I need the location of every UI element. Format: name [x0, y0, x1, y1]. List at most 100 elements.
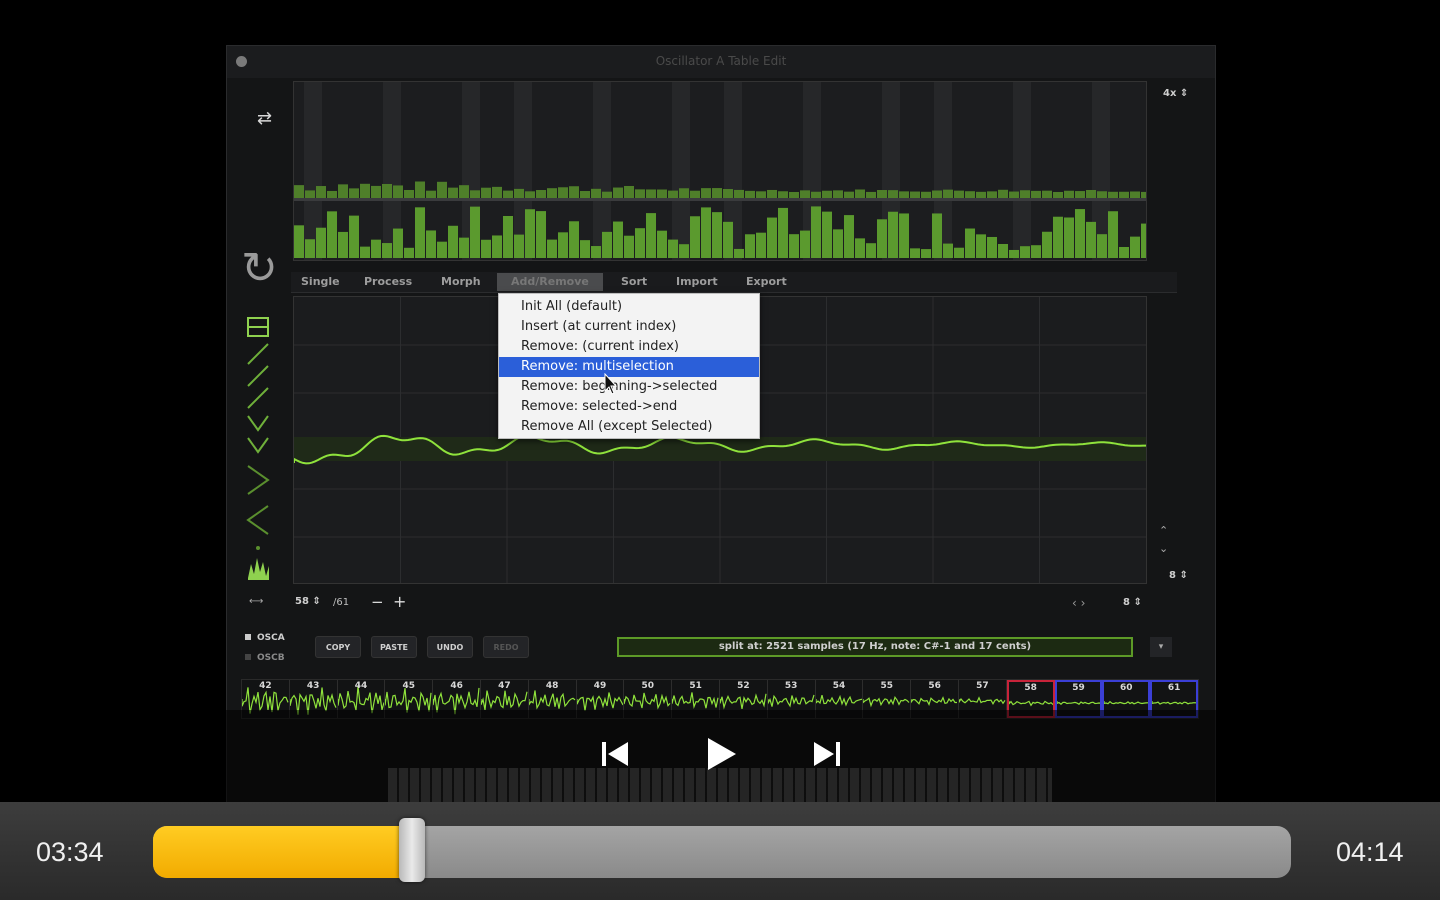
tab-add-remove[interactable]: Add/Remove	[497, 273, 603, 291]
spectrum-bar	[954, 190, 964, 198]
spectrum-bar	[701, 188, 711, 198]
spectrum-bar	[1075, 191, 1085, 198]
menu-item[interactable]: Remove: (current index)	[499, 337, 759, 357]
spectrum-bar	[690, 190, 700, 198]
vertical-scroll-arrows[interactable]: ⌃ ⌄	[1159, 522, 1168, 558]
tab-sort[interactable]: Sort	[621, 275, 647, 288]
spectrum-bar	[1064, 190, 1074, 198]
redo-button[interactable]: REDO	[483, 636, 529, 658]
spectrum-bars	[294, 82, 1146, 260]
menu-item[interactable]: Remove All (except Selected)	[499, 417, 759, 437]
tab-single[interactable]: Single	[301, 275, 340, 288]
current-time: 03:34	[36, 837, 104, 867]
spectrum-bar	[558, 187, 568, 198]
noise-shape-icon	[256, 546, 260, 550]
spectrum-bar	[646, 213, 656, 258]
spectrum-bar	[1053, 191, 1063, 198]
triangle-shape-icon	[247, 415, 269, 454]
undo-button[interactable]: UNDO	[427, 636, 473, 658]
spectrum-bar	[833, 229, 843, 258]
spectrum-bar	[624, 235, 634, 258]
spectrum-bar	[646, 189, 656, 198]
mouse-cursor-icon	[604, 373, 618, 395]
spectrum-bar	[921, 191, 931, 198]
spectrum-bar	[415, 207, 425, 258]
paste-button[interactable]: PASTE	[371, 636, 417, 658]
spectrum-bar	[734, 248, 744, 258]
tab-process[interactable]: Process	[364, 275, 412, 288]
osc-b-toggle[interactable]: OSCB	[245, 653, 285, 663]
play-button[interactable]	[704, 736, 738, 772]
loop-icon[interactable]: ⇄	[257, 108, 272, 129]
wave-line	[767, 694, 815, 708]
frame-number: 48	[545, 681, 559, 691]
spectrum-bar	[1119, 246, 1129, 258]
spectrum-bar	[448, 187, 458, 198]
frame-count: /61	[333, 597, 350, 608]
progress-track[interactable]	[153, 826, 1291, 878]
previous-track-button[interactable]	[600, 738, 630, 770]
menu-item[interactable]: Remove: beginning->selected	[499, 377, 759, 397]
waveform-shape-icons[interactable]	[245, 316, 275, 586]
spectrum-bar	[525, 209, 535, 258]
wave-line	[815, 694, 862, 707]
osc-a-toggle[interactable]: OSCA	[245, 633, 285, 643]
spectrum-bar	[1042, 190, 1052, 198]
spectrum-bar	[976, 191, 986, 198]
spectrum-bar	[393, 228, 403, 258]
rotate-icon[interactable]: ↻	[241, 244, 278, 294]
menu-item[interactable]: Remove: multiselection	[499, 357, 759, 377]
spectrum-bar	[371, 185, 381, 198]
menu-item[interactable]: Insert (at current index)	[499, 317, 759, 337]
spectrum-bar	[294, 225, 304, 258]
tab-morph[interactable]: Morph	[441, 275, 481, 288]
frame-index-field[interactable]: 58 ⇕	[295, 596, 321, 607]
spectrum-bar	[657, 189, 667, 198]
spectrum-bar	[965, 191, 975, 198]
tab-import[interactable]: Import	[676, 275, 718, 288]
menu-item[interactable]: Init All (default)	[499, 297, 759, 317]
spectrum-bar	[536, 211, 546, 258]
frame-number: 52	[737, 681, 750, 691]
spectrum-bar	[822, 211, 832, 258]
spectrum-bar	[624, 185, 634, 198]
next-track-button[interactable]	[812, 738, 842, 770]
frame-number: 43	[306, 681, 320, 691]
wave-line	[863, 695, 910, 708]
spectrum-bar	[789, 191, 799, 198]
frame-number: 42	[259, 681, 272, 691]
spectrum-bar	[844, 191, 854, 198]
spectrum-bar	[1009, 191, 1019, 198]
spectrum-bar	[360, 183, 370, 198]
remove-frame-button[interactable]: −	[371, 593, 384, 611]
add-frame-button[interactable]: +	[393, 592, 406, 611]
spectrum-bar	[558, 232, 568, 258]
spectrum-bar	[305, 190, 315, 198]
spectrum-bar	[382, 183, 392, 198]
horizontal-zoom-selector[interactable]: 8 ⇕	[1123, 597, 1142, 608]
spectrum-bar	[723, 221, 733, 258]
spectrum-bar	[426, 230, 436, 258]
link-icon[interactable]: ⟷	[249, 596, 263, 607]
spectrum-bar	[811, 191, 821, 198]
spectrum-bar	[316, 186, 326, 198]
spectrum-bar	[327, 190, 337, 198]
spectrum-bar	[1064, 217, 1074, 258]
harmonic-spectrum-view[interactable]	[293, 81, 1147, 261]
progress-scrubber[interactable]	[399, 818, 426, 882]
spectrum-bar	[514, 188, 524, 198]
status-dropdown-icon[interactable]: ▾	[1150, 637, 1172, 657]
frame-number: 56	[928, 681, 941, 691]
spectrum-bar	[514, 234, 524, 258]
spectrum-bar	[877, 190, 887, 198]
horizontal-scroll-arrows[interactable]: ‹ ›	[1072, 596, 1085, 610]
menu-item[interactable]: Remove: selected->end	[499, 397, 759, 417]
wave-line	[1056, 701, 1101, 705]
zoom-selector[interactable]: 4x ⇕	[1163, 88, 1188, 99]
piano-keyboard	[388, 768, 1052, 802]
spectrum-bar	[602, 231, 612, 258]
vertical-zoom-selector[interactable]: 8 ⇕	[1169, 570, 1188, 581]
tab-export[interactable]: Export	[746, 275, 787, 288]
copy-button[interactable]: COPY	[315, 636, 361, 658]
saw-shape-icon	[247, 343, 269, 409]
